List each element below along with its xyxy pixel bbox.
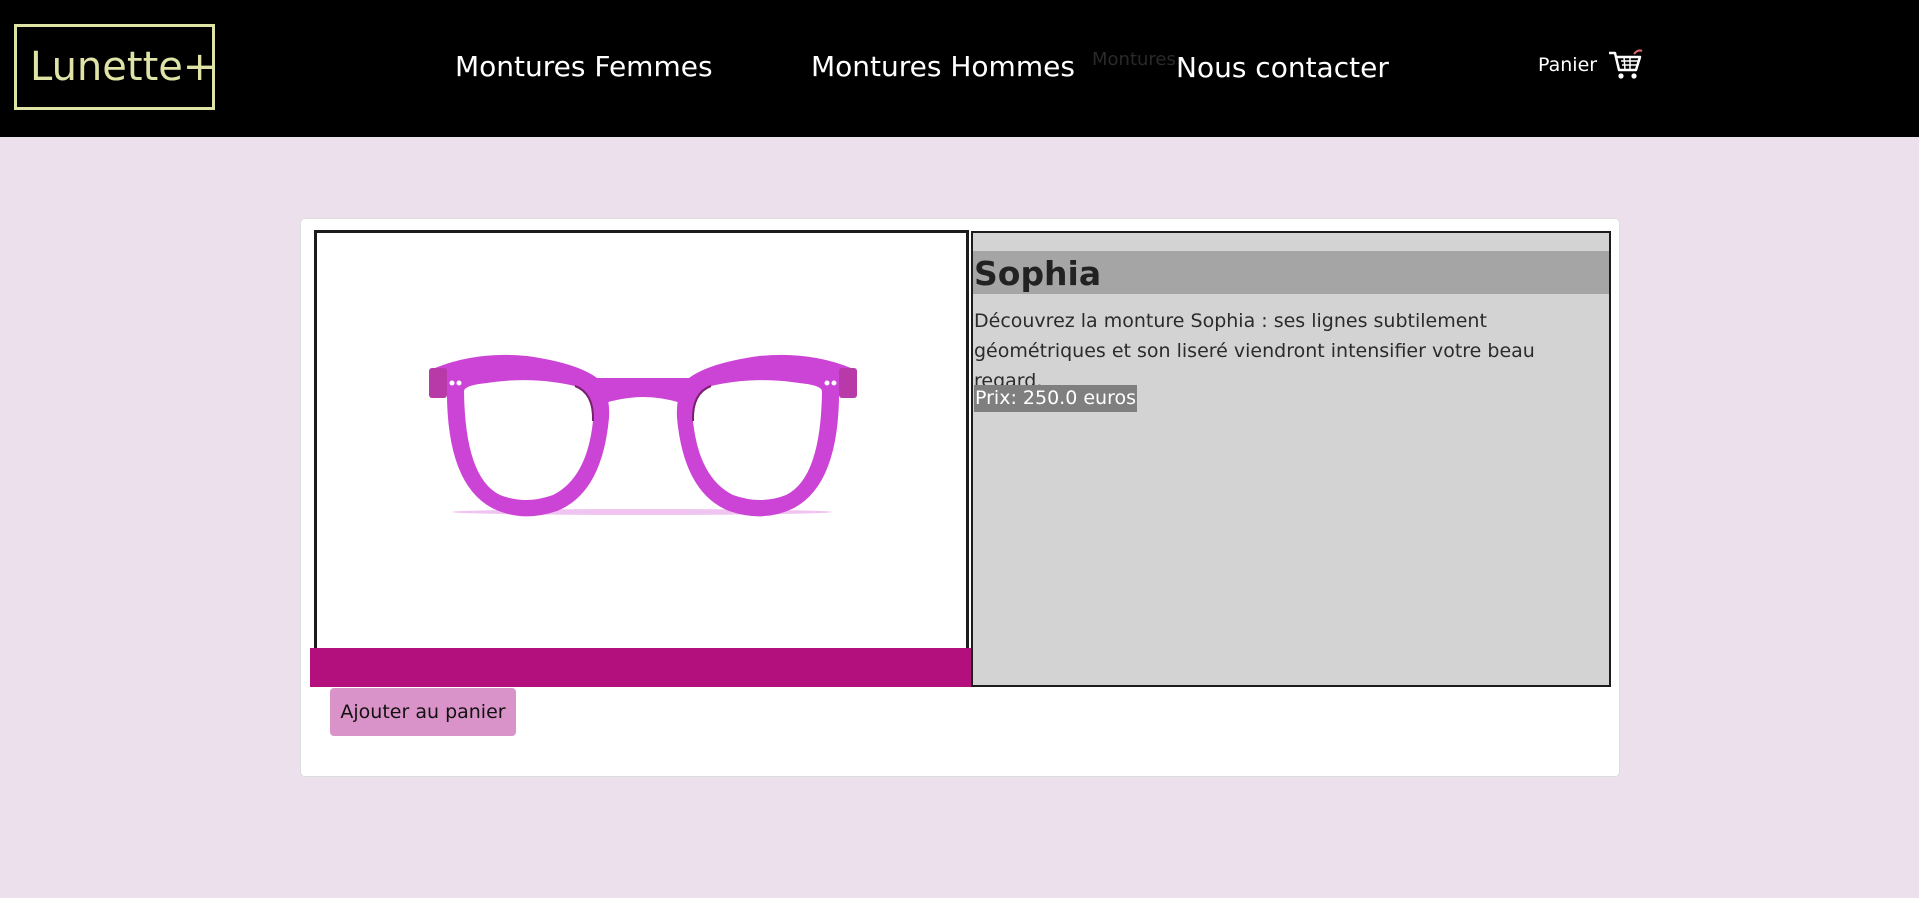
product-info-panel: Sophia Découvrez la monture Sophia : ses… — [971, 231, 1611, 687]
product-price: Prix: 250.0 euros — [974, 385, 1137, 412]
nav-nous-contacter[interactable]: Nous contacter — [1176, 51, 1389, 84]
cart-link[interactable]: Panier — [1538, 48, 1643, 82]
accent-bar — [310, 648, 971, 687]
site-logo[interactable]: Lunette+ — [14, 24, 216, 110]
product-name: Sophia — [973, 251, 1609, 294]
product-image-frame — [314, 230, 969, 648]
nav-hidden-label: Montures — [1092, 49, 1176, 70]
nav-montures-hommes[interactable]: Montures Hommes — [811, 50, 1075, 83]
cart-icon — [1609, 49, 1643, 79]
nav-montures-femmes[interactable]: Montures Femmes — [455, 50, 713, 83]
add-to-cart-button[interactable]: Ajouter au panier — [330, 688, 516, 736]
cart-label: Panier — [1538, 54, 1598, 76]
product-card: Sophia Découvrez la monture Sophia : ses… — [300, 218, 1620, 777]
glasses-image — [429, 354, 857, 517]
site-header: Lunette+ Montures Femmes Montures Hommes… — [0, 0, 1919, 137]
product-description: Découvrez la monture Sophia : ses lignes… — [974, 310, 1535, 392]
